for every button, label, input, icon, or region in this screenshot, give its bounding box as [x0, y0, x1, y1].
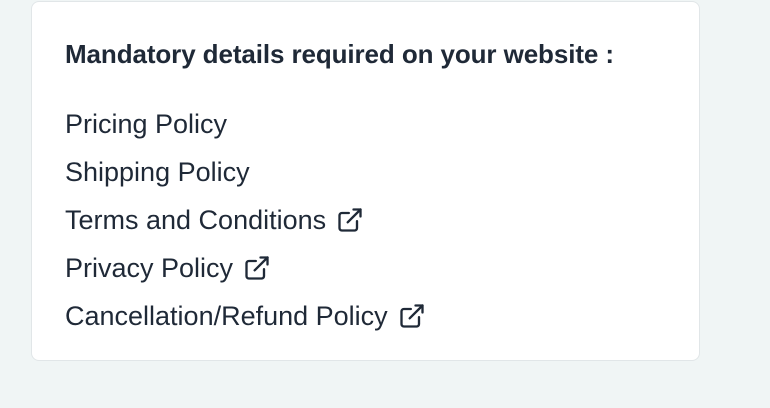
- list-item-label: Pricing Policy: [65, 108, 228, 139]
- mandatory-details-card: Mandatory details required on your websi…: [31, 1, 700, 361]
- list-item-label: Shipping Policy: [65, 156, 250, 187]
- list-item-privacy-policy[interactable]: Privacy Policy: [65, 244, 426, 292]
- external-link-icon[interactable]: [243, 254, 271, 282]
- list-item-terms-and-conditions[interactable]: Terms and Conditions: [65, 196, 426, 244]
- list-item-pricing-policy: Pricing Policy: [65, 100, 426, 148]
- list-item-label[interactable]: Privacy Policy: [65, 253, 233, 284]
- list-item-label[interactable]: Terms and Conditions: [65, 205, 326, 236]
- external-link-icon[interactable]: [398, 302, 426, 330]
- policy-list: Pricing Policy Shipping Policy Terms and…: [65, 100, 426, 340]
- external-link-icon[interactable]: [336, 206, 364, 234]
- card-heading: Mandatory details required on your websi…: [65, 39, 614, 69]
- list-item-shipping-policy: Shipping Policy: [65, 148, 426, 196]
- list-item-cancellation-refund-policy[interactable]: Cancellation/Refund Policy: [65, 292, 426, 340]
- list-item-label[interactable]: Cancellation/Refund Policy: [65, 301, 388, 332]
